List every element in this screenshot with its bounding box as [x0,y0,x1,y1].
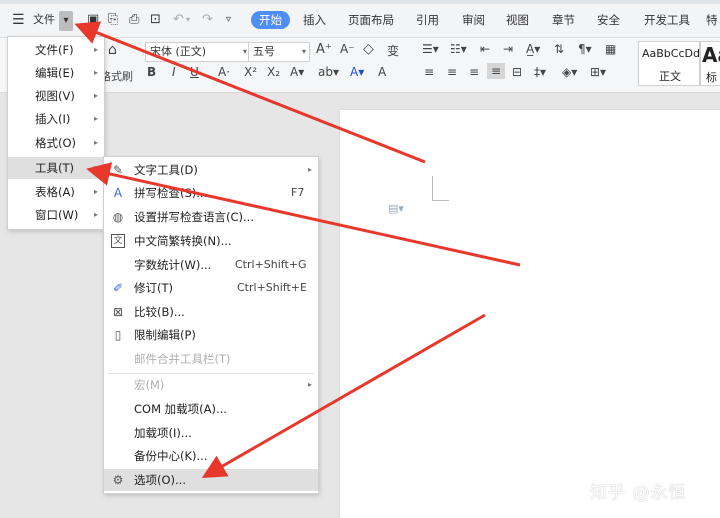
arrow-to-options [201,313,486,478]
arrow-to-dropdown [74,21,426,164]
annotation-arrows [74,21,521,478]
arrow-to-tools [86,162,521,267]
watermark-text: 知乎 @永恒 [590,483,687,503]
